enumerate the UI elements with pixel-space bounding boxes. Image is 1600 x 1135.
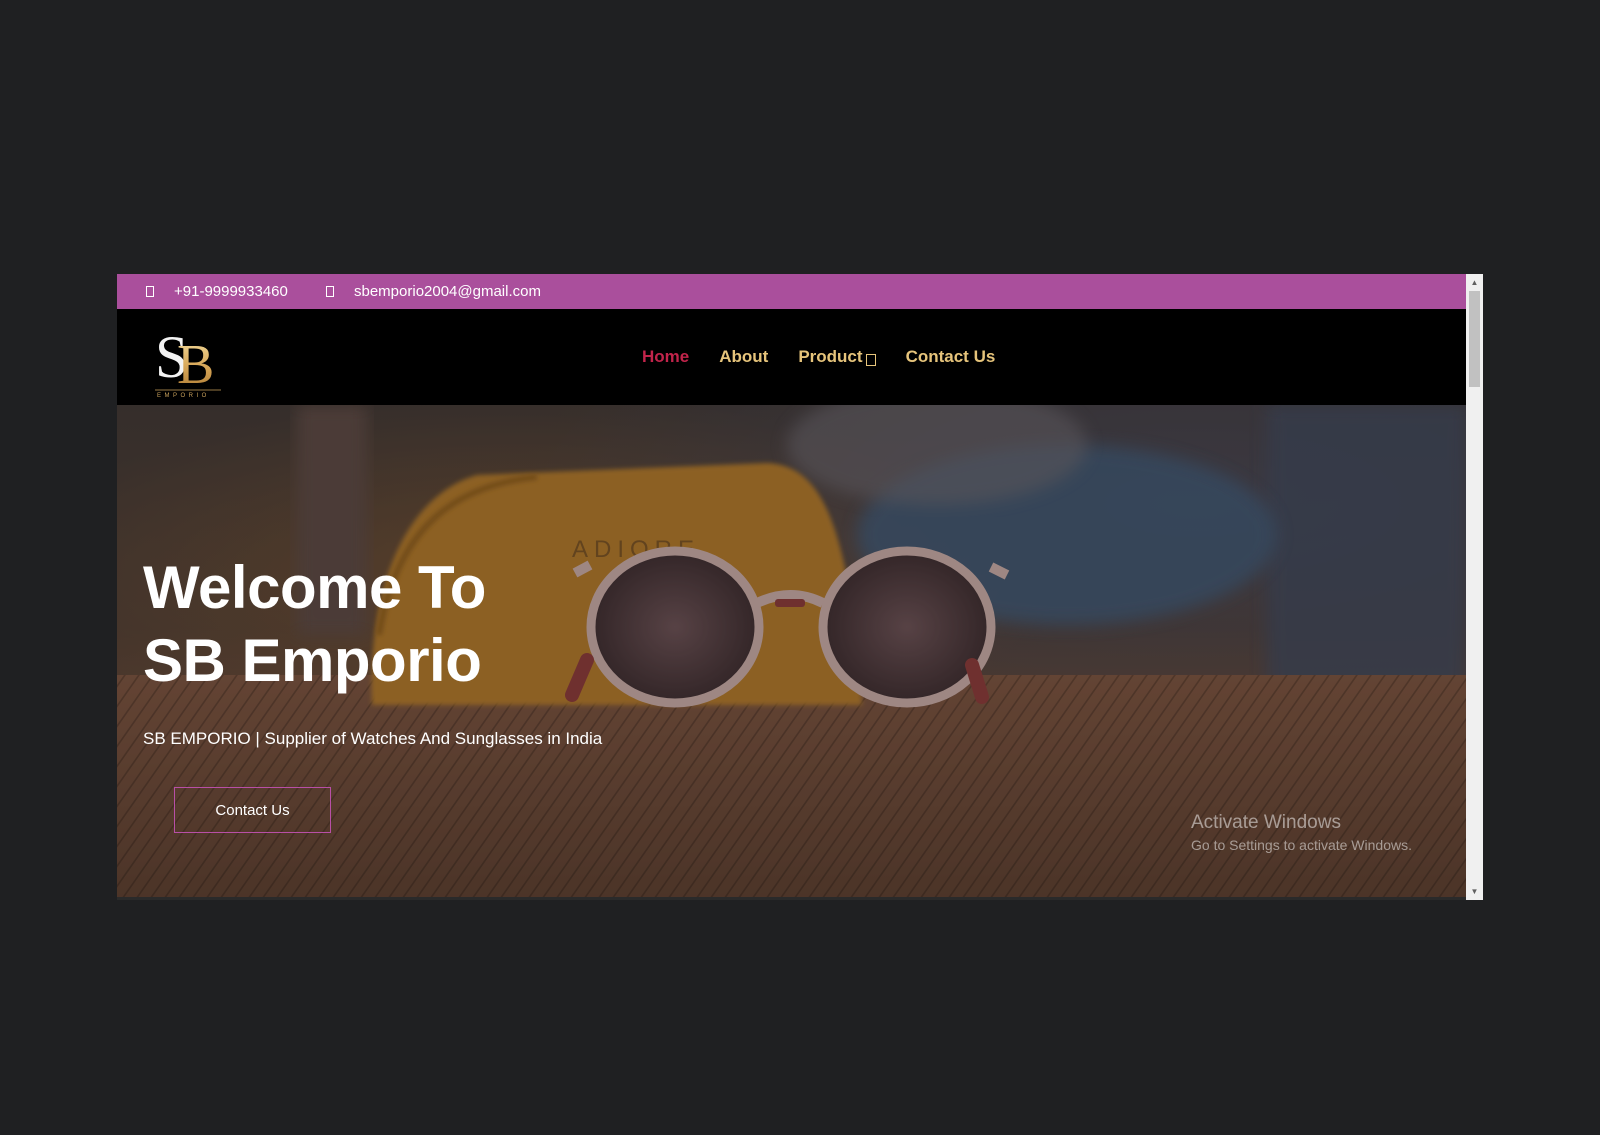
main-navbar: SB S B EMPORIO Home About Product Contac…: [117, 309, 1466, 405]
nav-product[interactable]: Product: [798, 347, 876, 367]
scroll-down-arrow-icon[interactable]: ▼: [1466, 883, 1483, 900]
nav-home[interactable]: Home: [642, 347, 689, 367]
watermark-title: Activate Windows: [1191, 812, 1341, 833]
contact-topbar: +91-9999933460 sbemporio2004@gmail.com: [117, 274, 1466, 309]
hero-title: Welcome To SB Emporio: [143, 551, 486, 697]
email-address[interactable]: sbemporio2004@gmail.com: [354, 283, 541, 300]
page-content: +91-9999933460 sbemporio2004@gmail.com S…: [117, 274, 1466, 900]
phone-icon: [146, 286, 154, 297]
logo-subtext: EMPORIO: [157, 393, 210, 399]
primary-nav: Home About Product Contact Us: [642, 309, 995, 405]
sb-emporio-logo[interactable]: SB S B EMPORIO: [151, 317, 223, 399]
next-section-edge: [117, 897, 1466, 900]
hero-subtitle: SB EMPORIO | Supplier of Watches And Sun…: [143, 729, 603, 748]
phone-number[interactable]: +91-9999933460: [174, 283, 288, 300]
activate-windows-watermark: Activate Windows Go to Settings to activ…: [1191, 812, 1412, 853]
nav-contact[interactable]: Contact Us: [906, 347, 996, 367]
nav-product-label: Product: [798, 347, 863, 366]
topbar-email[interactable]: sbemporio2004@gmail.com: [326, 274, 541, 309]
browser-viewport: +91-9999933460 sbemporio2004@gmail.com S…: [117, 274, 1483, 900]
envelope-icon: [326, 286, 334, 297]
hero-banner: ADIORE Welcome To SB Emporio SB EMPORIO …: [117, 405, 1466, 900]
hero-title-line2: SB Emporio: [143, 627, 482, 694]
nav-about[interactable]: About: [719, 347, 768, 367]
scrollbar-thumb[interactable]: [1469, 291, 1480, 387]
topbar-phone[interactable]: +91-9999933460: [146, 274, 288, 309]
watermark-subtitle: Go to Settings to activate Windows.: [1191, 837, 1412, 853]
scroll-up-arrow-icon[interactable]: ▲: [1466, 274, 1483, 291]
contact-us-button[interactable]: Contact Us: [174, 787, 331, 833]
vertical-scrollbar[interactable]: ▲ ▼: [1466, 274, 1483, 900]
chevron-down-icon: [865, 353, 876, 366]
svg-text:B: B: [177, 334, 214, 396]
hero-title-line1: Welcome To: [143, 554, 486, 621]
